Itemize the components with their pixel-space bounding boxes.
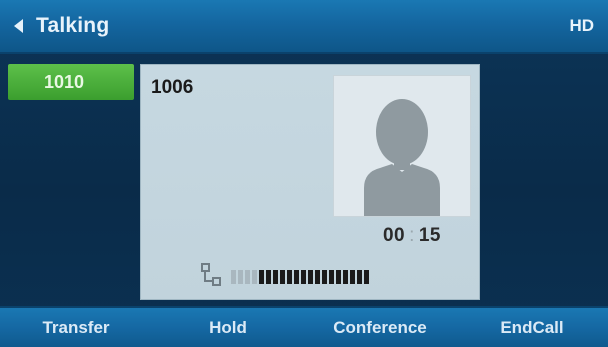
hold-softkey[interactable]: Hold — [152, 308, 304, 347]
contact-avatar-icon — [333, 75, 471, 217]
signal-bar — [301, 270, 306, 284]
line-label: 1010 — [44, 72, 85, 92]
signal-bar — [364, 270, 369, 284]
signal-bar — [280, 270, 285, 284]
signal-bar — [273, 270, 278, 284]
active-line-tab[interactable]: 1010 — [8, 64, 134, 100]
signal-bar — [315, 270, 320, 284]
signal-bar — [245, 270, 250, 284]
title-bar: Talking HD — [0, 0, 608, 54]
conference-softkey[interactable]: Conference — [304, 308, 456, 347]
caller-number: 1006 — [151, 77, 194, 98]
signal-bar — [308, 270, 313, 284]
signal-bar — [259, 270, 264, 284]
back-arrow-icon[interactable] — [14, 19, 23, 33]
timer-separator: : — [409, 225, 415, 246]
call-screen: Talking HD 1010 1006 00:15 Transfer Hold… — [0, 0, 608, 347]
call-duration: 00:15 — [383, 225, 441, 247]
call-status-title: Talking — [36, 14, 110, 37]
signal-bar — [343, 270, 348, 284]
signal-bar — [252, 270, 257, 284]
signal-bar — [266, 270, 271, 284]
signal-bar — [231, 270, 236, 284]
signal-bar — [294, 270, 299, 284]
timer-seconds: 15 — [418, 225, 441, 246]
signal-bars — [231, 270, 369, 284]
softkey-bar: Transfer Hold Conference EndCall — [0, 306, 608, 347]
signal-bar — [238, 270, 243, 284]
signal-bar — [322, 270, 327, 284]
call-info-card: 1006 00:15 — [140, 64, 480, 300]
end-call-softkey[interactable]: EndCall — [456, 308, 608, 347]
signal-bar — [350, 270, 355, 284]
timer-minutes: 00 — [382, 225, 406, 246]
hd-audio-badge: HD — [569, 16, 594, 35]
signal-bar — [329, 270, 334, 284]
network-signal-icon — [201, 263, 221, 286]
signal-bar — [287, 270, 292, 284]
signal-bar — [357, 270, 362, 284]
transfer-softkey[interactable]: Transfer — [0, 308, 152, 347]
signal-bar — [336, 270, 341, 284]
